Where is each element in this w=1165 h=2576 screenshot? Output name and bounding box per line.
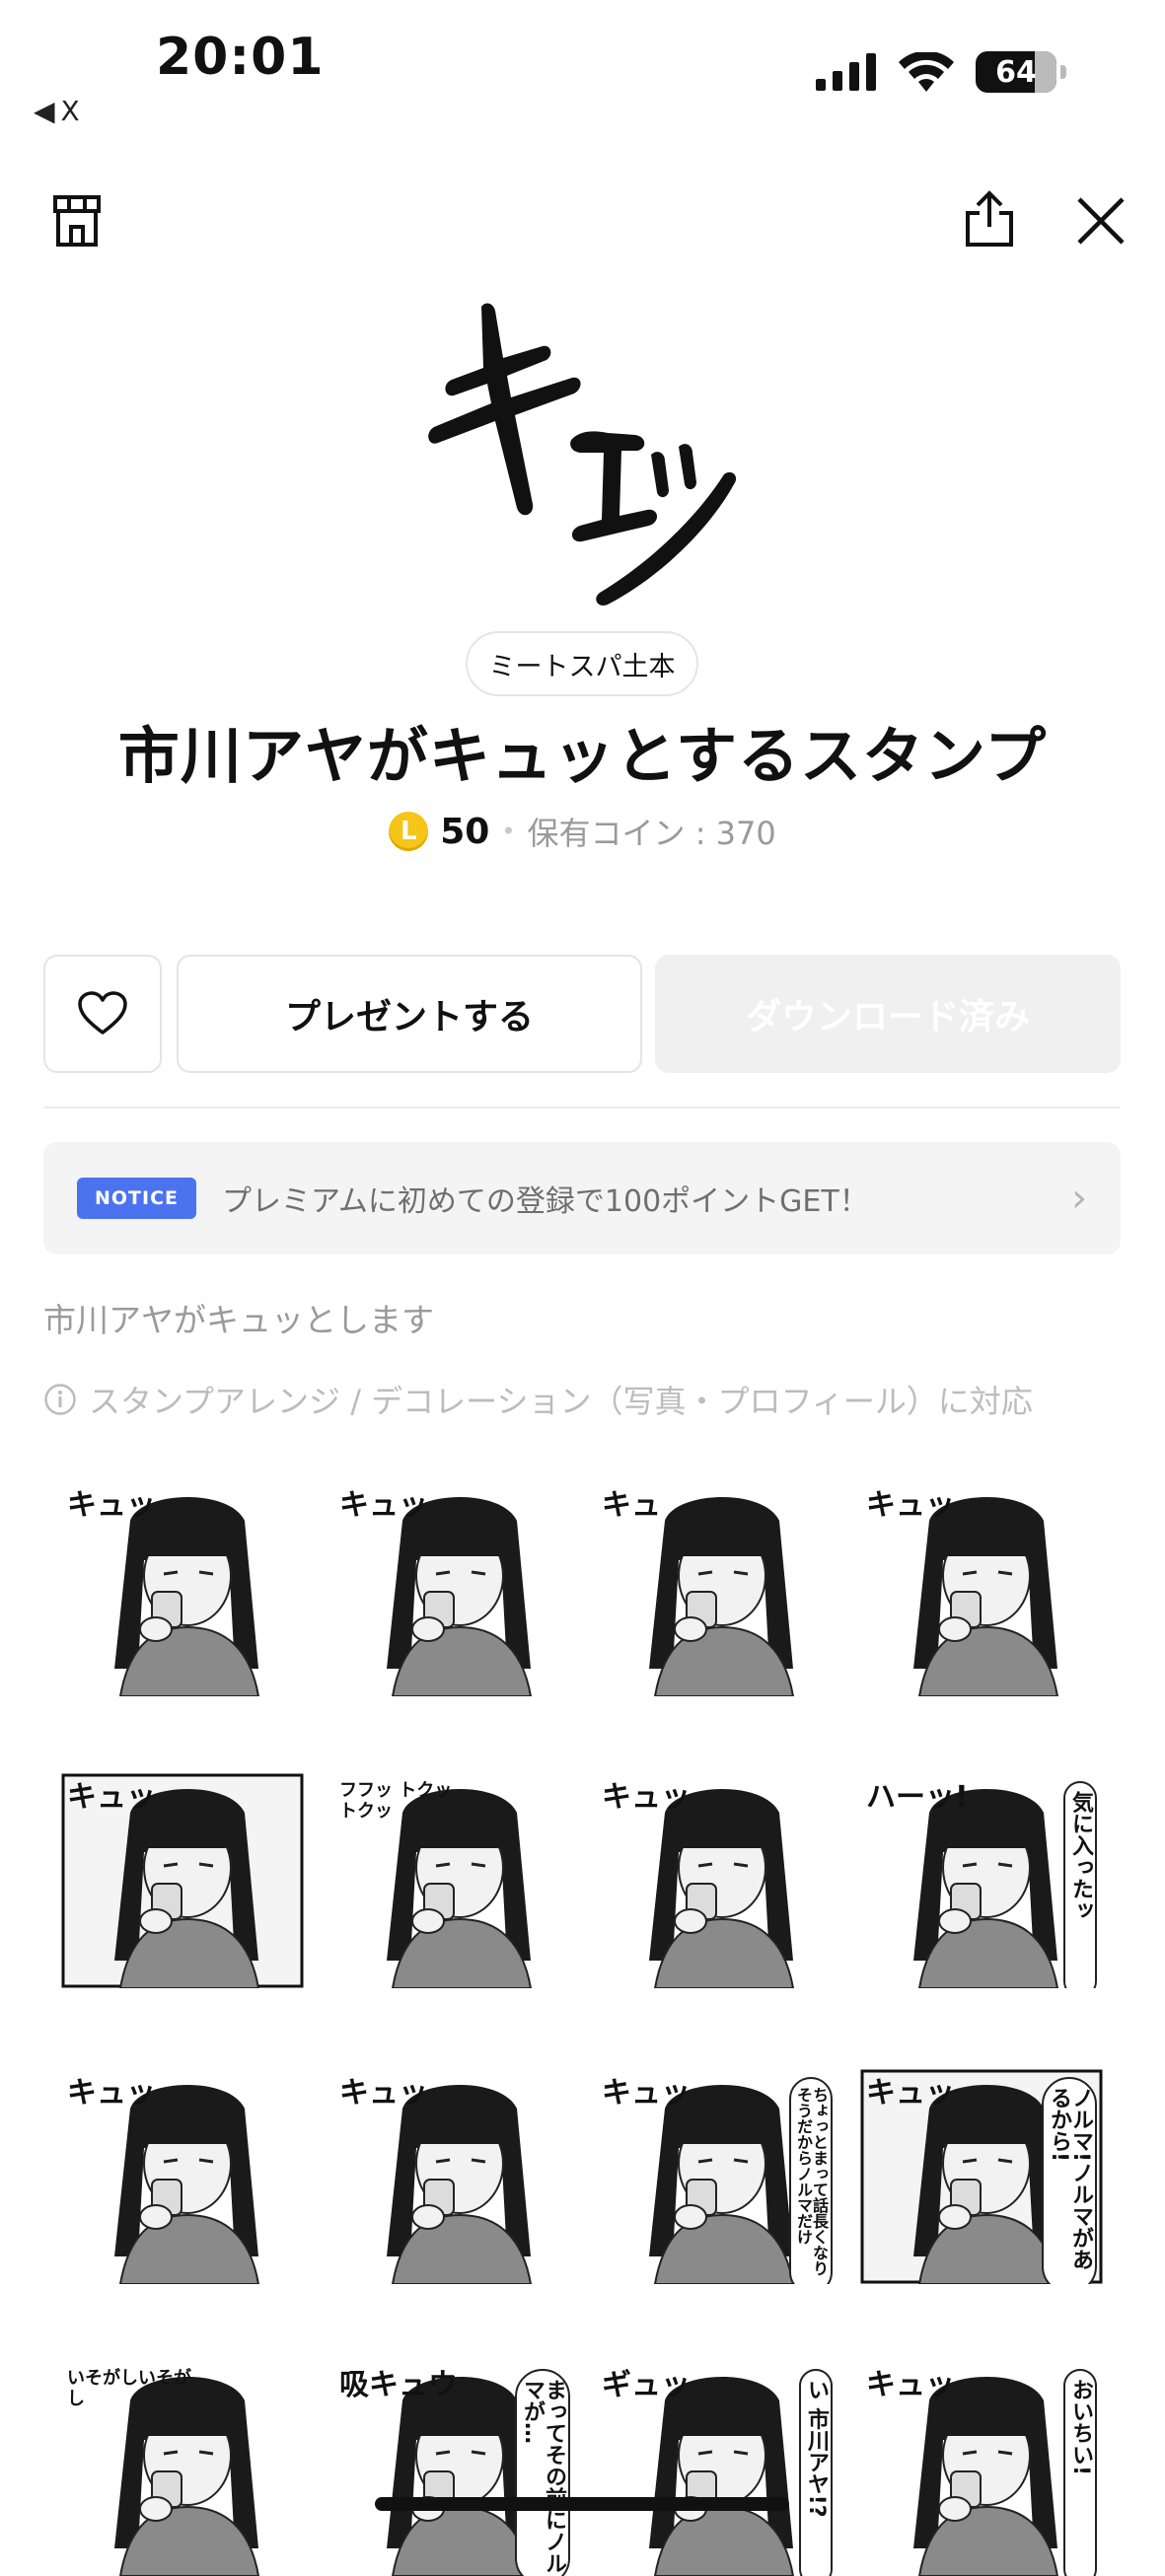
sticker-caption: キュッ bbox=[866, 2076, 955, 2111]
sticker-item[interactable]: キュッ bbox=[860, 1481, 1103, 1696]
info-icon bbox=[44, 1384, 76, 1415]
back-app-label: X bbox=[60, 95, 80, 127]
back-triangle-icon: ◀ bbox=[34, 95, 55, 127]
chevron-right-icon: › bbox=[1071, 1176, 1087, 1221]
sticker-speech-bubble: い 市川アヤ!? bbox=[799, 2369, 833, 2576]
battery-icon: 64 bbox=[976, 51, 1056, 93]
price-value: 50 bbox=[440, 811, 490, 852]
sticker-caption: キュッ bbox=[339, 1488, 428, 1523]
sticker-item[interactable]: フフッ トクットクッ bbox=[333, 1773, 576, 1988]
sticker-caption: キュッ bbox=[339, 2076, 428, 2111]
sticker-item[interactable]: 吸キュウ まってその前にノルマが… bbox=[333, 2361, 576, 2576]
sticker-item[interactable]: キュッ bbox=[596, 1773, 838, 1988]
back-to-app-link[interactable]: ◀ X bbox=[34, 95, 80, 127]
feature-note: スタンプアレンジ / デコレーション（写真・プロフィール）に対応 bbox=[43, 1377, 1033, 1422]
sticker-item[interactable]: キュ bbox=[596, 1481, 838, 1696]
notice-banner[interactable]: NOTICE プレミアムに初めての登録で100ポイントGET！ › bbox=[43, 1142, 1121, 1254]
sticker-item[interactable]: キュッ bbox=[333, 1481, 576, 1696]
sticker-caption: キュッ bbox=[67, 1488, 156, 1523]
sticker-item[interactable]: キュッ bbox=[61, 2069, 304, 2284]
author-chip[interactable]: ミートスパ土本 bbox=[466, 631, 698, 696]
sticker-caption: キュッ bbox=[866, 1488, 955, 1523]
close-icon[interactable] bbox=[1073, 193, 1129, 249]
gift-button[interactable]: プレゼントする bbox=[177, 955, 642, 1073]
share-icon[interactable] bbox=[962, 189, 1017, 249]
signal-icon bbox=[816, 53, 876, 91]
sticker-speech-bubble: おいちい! bbox=[1063, 2369, 1097, 2576]
shop-icon[interactable] bbox=[49, 193, 105, 249]
sticker-caption: ハーッ! bbox=[866, 1780, 969, 1815]
notice-text: プレミアムに初めての登録で100ポイントGET！ bbox=[222, 1184, 869, 1219]
sticker-caption: いそがしいそがし bbox=[67, 2368, 191, 2409]
sticker-speech-bubble: まってその前にノルマが… bbox=[515, 2369, 570, 2576]
sticker-caption: キュッ bbox=[67, 2076, 156, 2111]
sticker-item[interactable]: キュッ ノルマ!ノルマがあるから! bbox=[860, 2069, 1103, 2284]
battery-level: 64 bbox=[995, 54, 1037, 90]
feature-text: スタンプアレンジ / デコレーション（写真・プロフィール）に対応 bbox=[89, 1383, 1033, 1420]
main-sticker-image bbox=[428, 303, 737, 606]
sticker-speech-bubble: 気に入ったッ bbox=[1063, 1781, 1097, 1988]
sticker-caption: キュ bbox=[602, 1488, 661, 1523]
sticker-caption: キュッ bbox=[67, 1780, 156, 1815]
separator-dot: • bbox=[501, 818, 516, 845]
home-indicator bbox=[375, 2497, 789, 2511]
sticker-item[interactable]: ハーッ! 気に入ったッ bbox=[860, 1773, 1103, 1988]
sticker-item[interactable]: ギュッ い 市川アヤ!? bbox=[596, 2361, 838, 2576]
sticker-item[interactable]: キュッ bbox=[61, 1481, 304, 1696]
owned-coins: 保有コイン : 370 bbox=[527, 815, 776, 852]
product-title: 市川アヤがキュッとするスタンプ bbox=[117, 720, 1048, 792]
sticker-grid: キュッ キュッ キュ キュッ キュッ フフッ トクットクッ キュッ ハーッ! 気に入ったッ キュッ… bbox=[0, 1458, 1165, 2576]
sticker-speech-bubble: ノルマ!ノルマがあるから! bbox=[1042, 2077, 1097, 2284]
favorite-button[interactable] bbox=[43, 955, 162, 1073]
sticker-caption: ギュッ bbox=[602, 2368, 691, 2402]
sticker-item[interactable]: キュッ bbox=[61, 1773, 304, 1988]
product-description: 市川アヤがキュッとします bbox=[43, 1301, 434, 1339]
line-coin-icon: L bbox=[389, 812, 429, 851]
divider bbox=[43, 1107, 1121, 1109]
sticker-item[interactable]: いそがしいそがし bbox=[61, 2361, 304, 2576]
sticker-caption: キュッ bbox=[602, 2076, 691, 2111]
sticker-caption: 吸キュウ bbox=[339, 2368, 458, 2402]
sticker-caption: キュッ bbox=[866, 2368, 955, 2402]
status-icons: 64 bbox=[816, 51, 1066, 93]
sticker-item[interactable]: キュッ おいちい! bbox=[860, 2361, 1103, 2576]
wifi-icon bbox=[899, 52, 954, 92]
sticker-caption: キュッ bbox=[602, 1780, 691, 1815]
download-button[interactable]: ダウンロード済み bbox=[655, 955, 1121, 1073]
sticker-speech-bubble: ちょっとまって話長くなりそうだからノルマだけ bbox=[789, 2077, 833, 2284]
heart-icon bbox=[78, 991, 127, 1035]
sticker-caption: フフッ トクットクッ bbox=[339, 1780, 453, 1822]
sticker-item[interactable]: キュッ ちょっとまって話長くなりそうだからノルマだけ bbox=[596, 2069, 838, 2284]
notice-badge: NOTICE bbox=[77, 1178, 197, 1219]
price-row: L 50 • 保有コイン : 370 bbox=[0, 809, 1165, 854]
sticker-item[interactable]: キュッ bbox=[333, 2069, 576, 2284]
status-time: 20:01 bbox=[156, 28, 325, 87]
